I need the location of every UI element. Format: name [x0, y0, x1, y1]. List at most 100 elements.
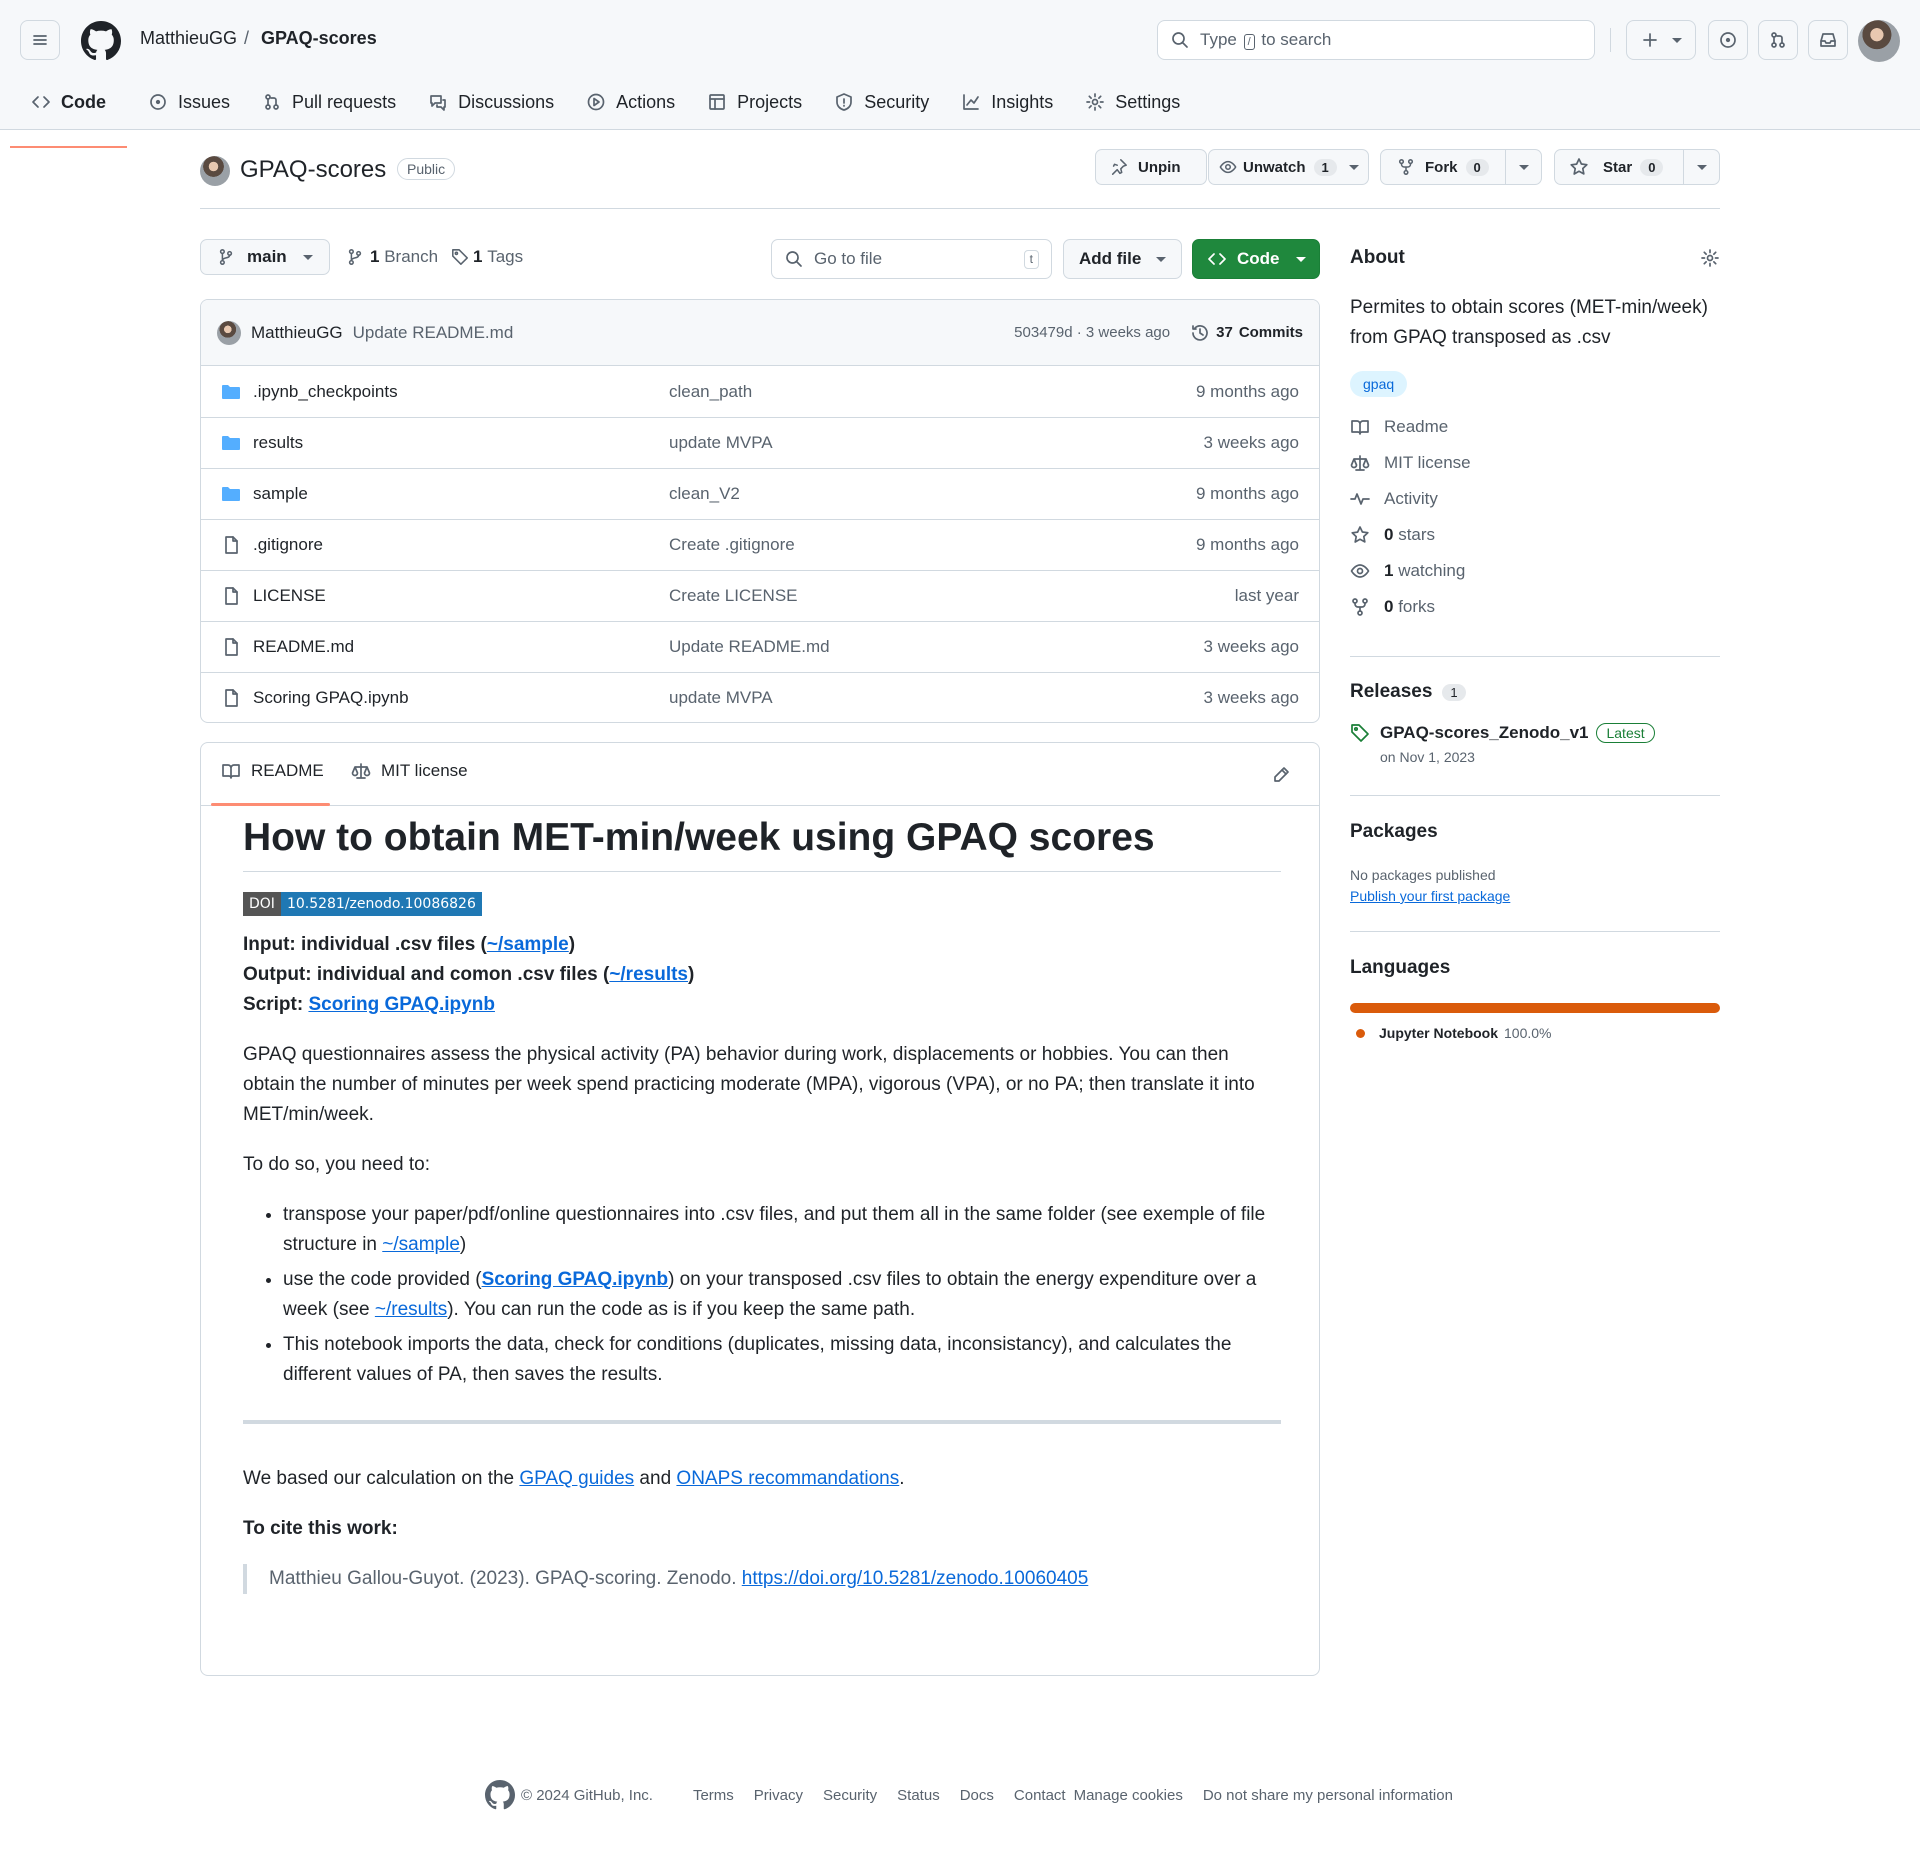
tab-security[interactable]: Security [823, 80, 940, 124]
about-item[interactable]: 0 stars [1350, 517, 1720, 553]
results-link[interactable]: ~/results [609, 964, 688, 985]
pull-requests-button[interactable] [1758, 20, 1798, 60]
file-commit-message[interactable]: update MVPA [669, 688, 773, 708]
about-item[interactable]: Activity [1350, 481, 1720, 517]
sample-link[interactable]: ~/sample [382, 1234, 460, 1255]
unpin-button[interactable]: Unpin [1095, 149, 1207, 185]
owner-avatar[interactable] [200, 156, 230, 186]
file-name[interactable]: sample [253, 484, 308, 504]
onaps-link[interactable]: ONAPS recommandations [676, 1468, 899, 1489]
results-link[interactable]: ~/results [375, 1299, 447, 1320]
pull-request-icon [265, 94, 279, 110]
unwatch-button[interactable]: Unwatch 1 [1208, 149, 1369, 185]
packages-heading[interactable]: Packages [1350, 821, 1720, 843]
chevron-down-icon[interactable] [1348, 164, 1359, 170]
footer-link[interactable]: Security [823, 1787, 877, 1804]
file-commit-message[interactable]: Update README.md [669, 637, 830, 657]
issues-button[interactable] [1708, 20, 1748, 60]
file-commit-message[interactable]: clean_V2 [669, 484, 740, 504]
about-item[interactable]: MIT license [1350, 445, 1720, 481]
tab-insights[interactable]: Insights [950, 80, 1064, 124]
gpaq-guides-link[interactable]: GPAQ guides [519, 1468, 634, 1489]
create-new-button[interactable] [1626, 20, 1696, 60]
footer-link[interactable]: Contact [1014, 1787, 1066, 1804]
release-name[interactable]: GPAQ-scores_Zenodo_v1 [1380, 723, 1588, 743]
tab-pull-requests[interactable]: Pull requests [251, 80, 407, 124]
go-to-file-input[interactable]: Go to file t [771, 239, 1052, 279]
file-commit-message[interactable]: Create .gitignore [669, 535, 795, 555]
star-button[interactable]: Star 0 [1554, 149, 1720, 185]
commit-author[interactable]: MatthieuGG [251, 323, 343, 343]
file-name[interactable]: .ipynb_checkpoints [253, 382, 398, 402]
tab-license[interactable]: MIT license [351, 761, 468, 781]
readme-title: How to obtain MET-min/week using GPAQ sc… [243, 813, 1281, 872]
tab-code[interactable]: Code [10, 80, 127, 148]
about-item[interactable]: Readme [1350, 409, 1720, 445]
footer-link[interactable]: Do not share my personal information [1203, 1787, 1453, 1804]
code-button[interactable]: Code [1192, 239, 1320, 279]
repo-title[interactable]: GPAQ-scores [240, 156, 386, 184]
add-file-button[interactable]: Add file [1063, 239, 1182, 279]
file-row[interactable]: README.md Update README.md 3 weeks ago [201, 621, 1319, 672]
github-logo-icon[interactable] [485, 1780, 515, 1810]
fork-button[interactable]: Fork 0 [1380, 149, 1542, 185]
branches-link[interactable]: 1 Branch [346, 247, 438, 267]
file-name[interactable]: README.md [253, 637, 354, 657]
gear-icon[interactable] [1700, 248, 1720, 268]
footer-link[interactable]: Terms [693, 1787, 734, 1804]
file-row[interactable]: sample clean_V2 9 months ago [201, 468, 1319, 519]
file-row[interactable]: .ipynb_checkpoints clean_path 9 months ago [201, 366, 1319, 417]
doi-badge[interactable]: DOI 10.5281/zenodo.10086826 [243, 892, 482, 916]
fork-dropdown[interactable] [1505, 150, 1541, 184]
tab-projects[interactable]: Projects [696, 80, 813, 124]
file-name[interactable]: .gitignore [253, 535, 323, 555]
branch-selector[interactable]: main [200, 239, 330, 275]
file-name[interactable]: Scoring GPAQ.ipynb [253, 688, 409, 708]
star-dropdown[interactable] [1683, 150, 1719, 184]
tags-link[interactable]: 1 Tags [451, 247, 523, 267]
script-link[interactable]: Scoring GPAQ.ipynb [308, 994, 495, 1015]
footer-link[interactable]: Status [897, 1787, 940, 1804]
tab-actions[interactable]: Actions [575, 80, 686, 124]
inbox-button[interactable] [1808, 20, 1848, 60]
doi-link[interactable]: https://doi.org/10.5281/zenodo.10060405 [742, 1568, 1089, 1589]
commit-message[interactable]: Update README.md [353, 323, 514, 343]
file-row[interactable]: LICENSE Create LICENSE last year [201, 570, 1319, 621]
footer-link[interactable]: Docs [960, 1787, 994, 1804]
github-logo-icon[interactable] [81, 21, 121, 61]
breadcrumb-repo[interactable]: GPAQ-scores [261, 28, 377, 49]
tab-settings[interactable]: Settings [1074, 80, 1191, 124]
menu-button[interactable] [20, 20, 60, 60]
file-row[interactable]: Scoring GPAQ.ipynb update MVPA 3 weeks ago [201, 672, 1319, 722]
file-row[interactable]: results update MVPA 3 weeks ago [201, 417, 1319, 468]
file-commit-message[interactable]: Create LICENSE [669, 586, 798, 606]
edit-pencil-icon[interactable] [1271, 765, 1291, 785]
publish-package-link[interactable]: Publish your first package [1350, 888, 1720, 904]
file-commit-message[interactable]: update MVPA [669, 433, 773, 453]
file-name[interactable]: LICENSE [253, 586, 326, 606]
latest-release[interactable]: GPAQ-scores_Zenodo_v1 Latest [1350, 723, 1720, 743]
citation-text: Matthieu Gallou-Guyot. (2023). GPAQ-scor… [269, 1568, 742, 1589]
footer-link[interactable]: Privacy [754, 1787, 803, 1804]
footer-link[interactable]: Manage cookies [1074, 1787, 1183, 1804]
releases-heading[interactable]: Releases [1350, 681, 1432, 703]
file-row[interactable]: .gitignore Create .gitignore 9 months ago [201, 519, 1319, 570]
sample-link[interactable]: ~/sample [487, 934, 569, 955]
tab-issues[interactable]: Issues [137, 80, 241, 124]
tab-active-underline [211, 803, 330, 806]
about-item[interactable]: 1 watching [1350, 553, 1720, 589]
search-input[interactable]: Type / to search [1157, 20, 1595, 60]
about-item[interactable]: 0 forks [1350, 589, 1720, 625]
language-item[interactable]: Jupyter Notebook 100.0% [1356, 1025, 1720, 1041]
tab-readme[interactable]: README [221, 761, 324, 781]
file-commit-message[interactable]: clean_path [669, 382, 752, 402]
breadcrumb-owner[interactable]: MatthieuGG [140, 28, 237, 49]
file-name[interactable]: results [253, 433, 303, 453]
tab-discussions[interactable]: Discussions [417, 80, 565, 124]
user-avatar[interactable] [1858, 20, 1900, 62]
commit-hash-time[interactable]: 503479d · 3 weeks ago [1014, 324, 1170, 341]
commits-history-link[interactable]: 37 Commits [1190, 323, 1303, 343]
script-link[interactable]: Scoring GPAQ.ipynb [482, 1269, 669, 1290]
commit-author-avatar[interactable] [217, 320, 241, 345]
topic-tag[interactable]: gpaq [1350, 371, 1408, 397]
